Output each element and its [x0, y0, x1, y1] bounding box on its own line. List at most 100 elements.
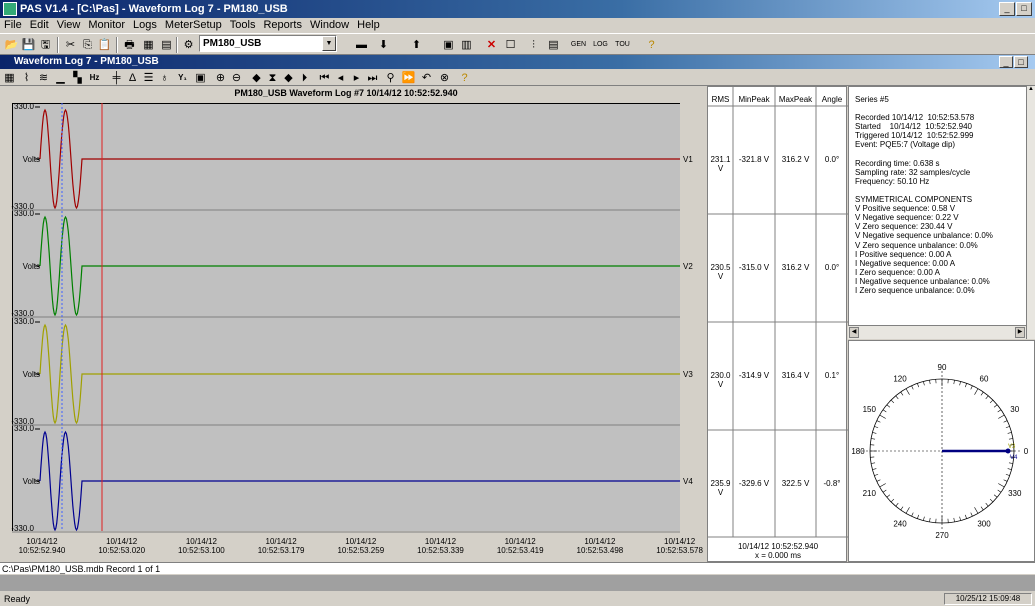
phasor-angle-label: 330	[1008, 489, 1022, 498]
fast-forward-icon[interactable]: ⏩	[400, 70, 417, 86]
menu-file[interactable]: File	[0, 18, 26, 33]
child-restore-button[interactable]: □	[1014, 56, 1028, 68]
cut-icon[interactable]: ✂	[62, 37, 79, 53]
list-icon[interactable]: ☰	[140, 70, 157, 86]
device-select-value: PM180_USB	[203, 38, 262, 49]
status-text: Ready	[4, 594, 31, 604]
chart-icon[interactable]: ▣	[440, 37, 457, 53]
menu-logs[interactable]: Logs	[129, 18, 161, 33]
log-icon[interactable]: ▥	[458, 37, 475, 53]
binoculars-icon[interactable]: ⚲	[382, 70, 399, 86]
scroll-up-icon[interactable]: ▲	[1027, 86, 1035, 96]
phasor-angle-label: 180	[851, 447, 865, 456]
phasor-tick	[890, 399, 895, 404]
y-max-label: 330.0	[14, 317, 35, 326]
delta-icon[interactable]: Δ	[124, 70, 141, 86]
menu-edit[interactable]: Edit	[26, 18, 53, 33]
menu-tools[interactable]: Tools	[226, 18, 260, 33]
grid-icon[interactable]: ▤	[545, 37, 562, 53]
spectrum-icon[interactable]: ▁	[52, 70, 69, 86]
menu-reports[interactable]: Reports	[259, 18, 306, 33]
info-horizontal-scrollbar[interactable]: ◀ ▶	[848, 325, 1026, 339]
y-max-label: 330.0	[14, 102, 35, 111]
zoom-in-icon[interactable]: ⊕	[212, 70, 229, 86]
phasor-label-v3: V3	[1008, 444, 1016, 450]
menu-view[interactable]: View	[53, 18, 85, 33]
col-header-minpeak: MinPeak	[738, 95, 770, 104]
phasor-angle-label: 120	[893, 374, 907, 383]
zoom-out-icon[interactable]: ⊖	[228, 70, 245, 86]
log-report-icon[interactable]: LOG	[592, 37, 609, 53]
menu-monitor[interactable]: Monitor	[84, 18, 129, 33]
phasor-angle-label: 300	[977, 520, 991, 529]
phasor-angle-label: 150	[863, 405, 877, 414]
hourglass-icon[interactable]: ⧗	[264, 70, 281, 86]
x-zoom-icon[interactable]: ◆	[280, 70, 297, 86]
save-all-icon[interactable]: 🖫	[37, 37, 54, 53]
channel-select-icon[interactable]: Y₁	[174, 70, 191, 86]
stop-icon[interactable]: ⊗	[436, 70, 453, 86]
cell-maxpeak-2: 316.2 V	[781, 263, 810, 272]
phasor-tick	[964, 383, 967, 388]
download-icon[interactable]: ⬇	[375, 37, 392, 53]
last-icon[interactable]: ⏭	[364, 70, 381, 86]
y-zoom-icon[interactable]: ◆	[248, 70, 265, 86]
info-vertical-scrollbar[interactable]: ▲	[1026, 86, 1035, 339]
table-view-icon[interactable]: ▦	[1, 70, 18, 86]
first-icon[interactable]: ⏮	[316, 70, 333, 86]
options-icon[interactable]: ▣	[192, 70, 209, 86]
filter-icon[interactable]: ⫶	[525, 37, 542, 53]
chevron-down-icon[interactable]: ▼	[322, 36, 336, 51]
menu-help[interactable]: Help	[353, 18, 384, 33]
waveform-toolbar: ▦ ⌇ ≋ ▁ ▚ Hz ╪ Δ ☰ ♁ Y₁ ▣ ⊕ ⊖ ◆ ⧗ ◆ ⏵ ⏮ …	[0, 69, 1035, 86]
harmonics-icon[interactable]: ▚	[69, 70, 86, 86]
waveform-icon[interactable]: ⌇	[18, 70, 35, 86]
save-icon[interactable]: 💾	[20, 37, 37, 53]
status-bar: Ready	[0, 592, 1035, 606]
properties-icon[interactable]: ▤	[158, 37, 175, 53]
gen-icon[interactable]: GEN	[570, 37, 587, 53]
goto-end-icon[interactable]: ⏵	[296, 70, 313, 86]
phasor-tick	[929, 380, 931, 385]
restore-button[interactable]: □	[1016, 2, 1032, 16]
phasor-tick	[1007, 468, 1012, 470]
waveform-chart[interactable]: 330.0-330.0Volts330.0-330.0Volts330.0-33…	[0, 86, 705, 566]
upload-icon[interactable]: ⬆	[408, 37, 425, 53]
scroll-left-icon[interactable]: ◀	[849, 327, 859, 338]
series-info-panel: Series #5 Recorded 10/14/12 10:52:53.578…	[848, 86, 1035, 339]
multi-waveform-icon[interactable]: ≋	[35, 70, 52, 86]
undo-icon[interactable]: ↶	[418, 70, 435, 86]
cursor-time: 10/14/12 10:52:52.940	[737, 542, 819, 551]
phasor-tick	[929, 517, 931, 522]
open-icon[interactable]: 📂	[3, 37, 20, 53]
clear-icon[interactable]: ☐	[502, 37, 519, 53]
menu-metersetup[interactable]: MeterSetup	[161, 18, 226, 33]
scroll-right-icon[interactable]: ▶	[1015, 327, 1025, 338]
app-title-bar: PAS V1.4 - [C:\Pas] - Waveform Log 7 - P…	[0, 0, 1035, 18]
phasor-icon[interactable]: ♁	[156, 70, 173, 86]
connect-icon[interactable]: ⚙	[180, 37, 197, 53]
paste-icon[interactable]: 📋	[96, 37, 113, 53]
delete-icon[interactable]: ✕	[483, 37, 500, 53]
prev-icon[interactable]: ◂	[332, 70, 349, 86]
child-minimize-button[interactable]: _	[999, 56, 1013, 68]
print-icon[interactable]: 🖶	[121, 37, 138, 53]
help-icon[interactable]: ?	[643, 37, 660, 53]
phasor-angle-label: 270	[935, 531, 949, 540]
grid-lines-icon[interactable]: ╪	[108, 70, 125, 86]
waveform-help-icon[interactable]: ?	[456, 70, 473, 86]
menu-bar: File Edit View Monitor Logs MeterSetup Tools Re…	[0, 18, 1035, 33]
device-select[interactable]: PM180_USB ▼	[199, 35, 337, 52]
copy-icon[interactable]: ⎘	[79, 37, 96, 53]
preview-icon[interactable]: ▦	[140, 37, 157, 53]
monitor-icon[interactable]: ▬	[353, 37, 370, 53]
series-line-V2	[39, 215, 680, 317]
hz-icon[interactable]: Hz	[86, 70, 103, 86]
minimize-button[interactable]: _	[999, 2, 1015, 16]
menu-window[interactable]: Window	[306, 18, 353, 33]
phasor-tick	[882, 489, 887, 493]
tou-icon[interactable]: TOU	[614, 37, 631, 53]
phasor-tick	[970, 385, 973, 390]
phasor-tick	[886, 404, 891, 408]
next-icon[interactable]: ▸	[348, 70, 365, 86]
